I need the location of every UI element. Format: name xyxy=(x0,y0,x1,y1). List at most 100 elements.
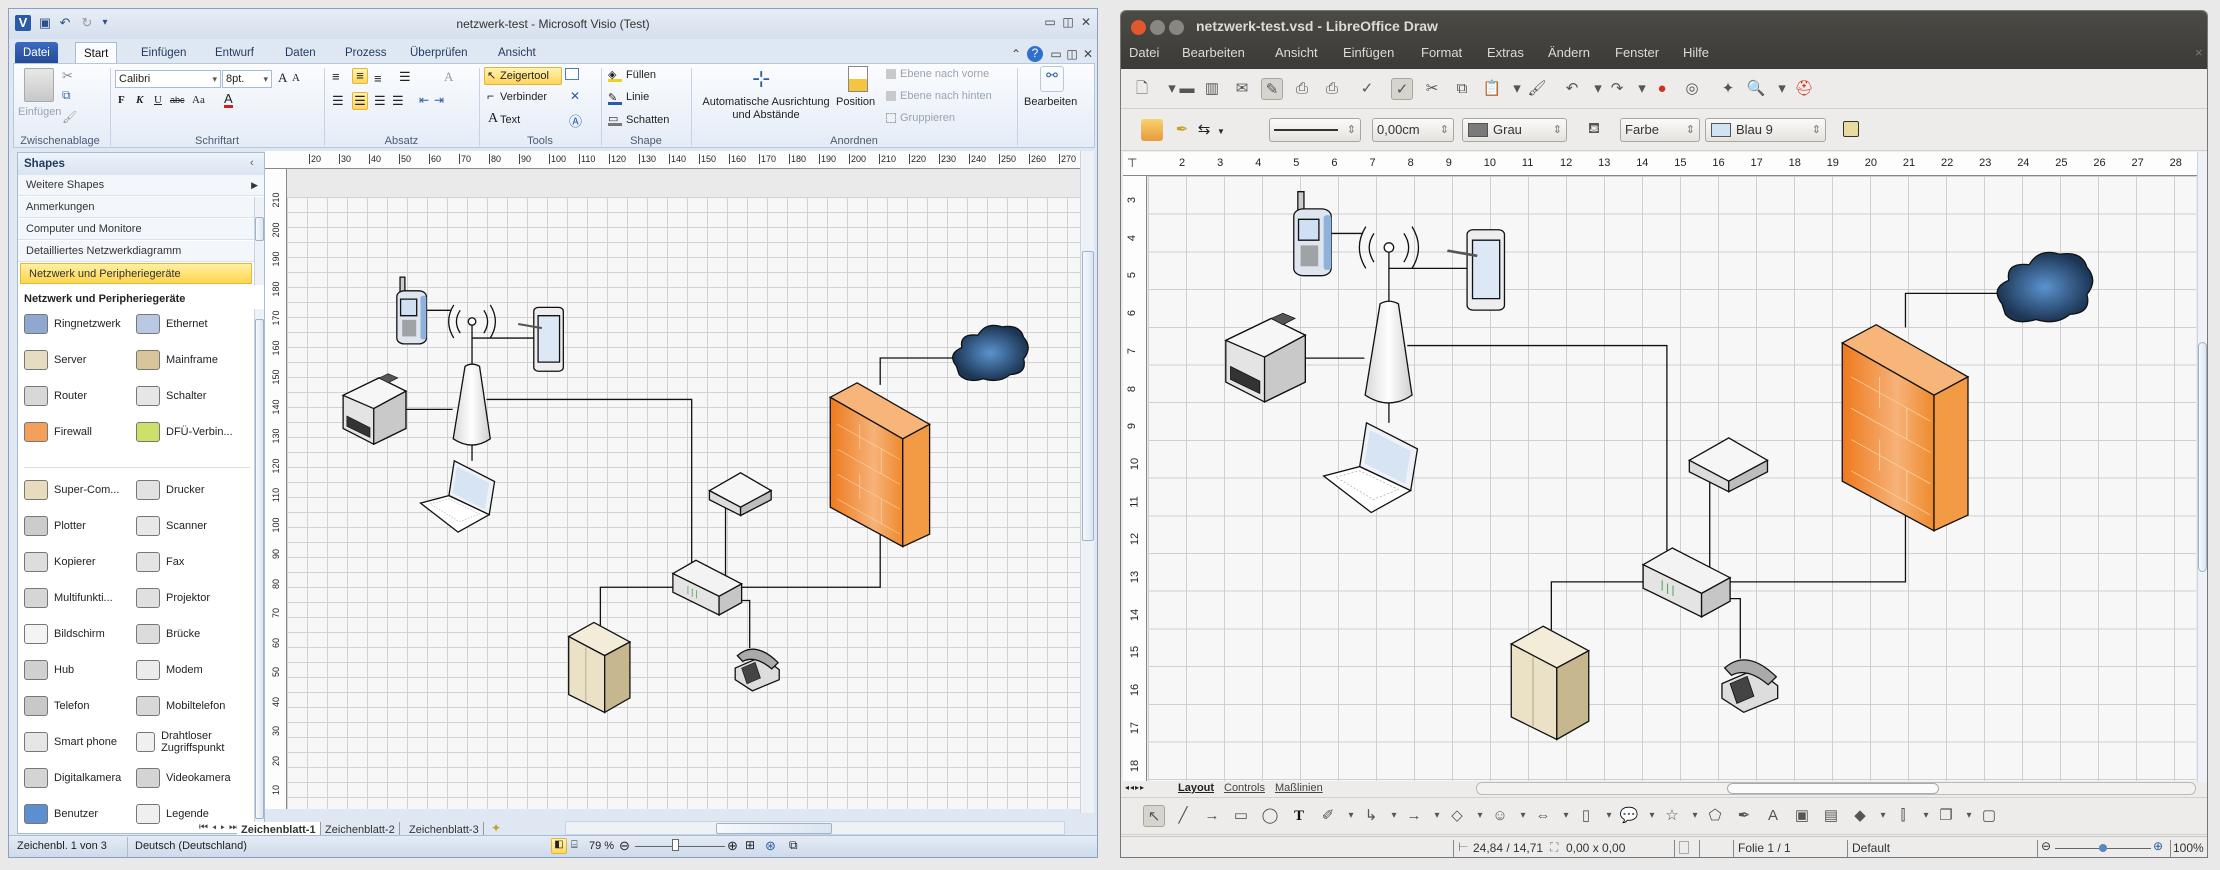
redo-icon[interactable]: ↷ xyxy=(1606,78,1628,100)
dropdown-icon[interactable]: ▾ xyxy=(1561,805,1571,827)
line-style-select[interactable] xyxy=(1269,118,1361,142)
help-icon[interactable]: ? xyxy=(1027,46,1043,62)
font-color-button[interactable]: A xyxy=(224,92,233,108)
line-tool-icon[interactable]: ╱ xyxy=(1172,805,1194,827)
object-properties-icon[interactable] xyxy=(1141,119,1163,141)
layer-tab-layout[interactable]: Layout xyxy=(1178,782,1214,794)
doc-restore-icon[interactable]: ◫ xyxy=(1065,47,1079,61)
stencil-shape-item[interactable]: Brücke xyxy=(136,619,252,649)
printer-shape[interactable] xyxy=(343,373,406,444)
dropdown-icon[interactable]: ▾ xyxy=(1506,78,1528,100)
menu-aendern[interactable]: Ändern xyxy=(1548,45,1590,60)
callout-icon[interactable]: 💬 xyxy=(1618,805,1640,827)
shadow-icon[interactable] xyxy=(1843,121,1859,137)
stencil-shape-item[interactable]: Ringnetzwerk xyxy=(24,309,136,339)
zoom-in-icon[interactable]: ⊕ xyxy=(727,838,738,854)
open-icon[interactable]: ▬ xyxy=(1176,78,1198,100)
stencil-shape-item[interactable]: Telefon xyxy=(24,691,136,721)
strikethrough-button[interactable]: abc xyxy=(170,95,185,105)
stencil-shape-item[interactable]: Drucker xyxy=(136,475,252,505)
arrow-line-icon[interactable]: → xyxy=(1201,805,1223,827)
stencil-detailliertes-netzwerk[interactable]: Detailliertes Netzwerkdiagramm xyxy=(18,241,254,262)
stencil-shape-item[interactable]: Kopierer xyxy=(24,547,136,577)
zoom-slider-thumb[interactable] xyxy=(2099,844,2107,852)
paste-icon[interactable] xyxy=(24,68,54,102)
stencil-netzwerk-peripherie[interactable]: Netzwerk und Peripheriegeräte xyxy=(20,263,252,284)
tab-stop-icon[interactable]: ⊤ xyxy=(1127,156,1137,170)
fontwork-icon[interactable]: A xyxy=(1762,805,1784,827)
telephone-shape[interactable] xyxy=(1722,660,1778,712)
stencil-shape-item[interactable]: Smart phone xyxy=(24,727,136,757)
stencil-shape-item[interactable]: Super-Com... xyxy=(24,475,136,505)
print-icon[interactable]: ⎙ xyxy=(1321,78,1343,100)
curve-icon[interactable]: ✐ xyxy=(1317,805,1339,827)
modem-shape[interactable] xyxy=(1689,438,1767,492)
tablet-shape[interactable] xyxy=(1446,230,1504,310)
connector-icon[interactable]: ↳ xyxy=(1360,805,1382,827)
bold-button[interactable]: F xyxy=(118,94,125,106)
minimize-icon[interactable]: ▭ xyxy=(1043,15,1057,29)
rectangle-tool-icon[interactable] xyxy=(565,68,579,80)
router-shape[interactable] xyxy=(1643,548,1730,617)
zoom-out-icon[interactable]: ⊖ xyxy=(619,838,630,854)
cut-icon[interactable]: ✂ xyxy=(62,68,73,84)
line-color-select[interactable]: Grau xyxy=(1462,118,1567,142)
stencil-shape-item[interactable]: Hub xyxy=(24,655,136,685)
gluepoints-icon[interactable]: ✒ xyxy=(1733,805,1755,827)
pointer-tool-button[interactable]: ↖ Zeigertool xyxy=(484,67,562,85)
zoom-icon[interactable]: 🔍 xyxy=(1745,78,1767,100)
cut-icon[interactable]: ✂ xyxy=(1421,78,1443,100)
select-icon[interactable]: ↖ xyxy=(1143,805,1165,827)
extrusion-icon[interactable]: ◆ xyxy=(1849,805,1871,827)
area-fill-icon[interactable]: ⛾ xyxy=(1583,118,1605,140)
align-icon[interactable]: ⫿ xyxy=(1892,805,1914,827)
stars-icon[interactable]: ☆ xyxy=(1661,805,1683,827)
align-right-icon[interactable]: ☰ xyxy=(374,93,386,109)
stencil-shape-item[interactable]: Mobiltelefon xyxy=(136,691,252,721)
points-icon[interactable]: ⬠ xyxy=(1704,805,1726,827)
paste-icon[interactable]: 📋 xyxy=(1481,78,1503,100)
arrange-icon[interactable]: ❐ xyxy=(1935,805,1957,827)
sheet-navigation-icons[interactable]: ⏮◂▸⏭ xyxy=(199,822,242,833)
zoom-slider-thumb[interactable] xyxy=(671,839,679,851)
menu-ansicht[interactable]: Ansicht xyxy=(1275,45,1318,60)
bring-forward-button[interactable]: Ebene nach vorne xyxy=(900,68,989,80)
menu-bearbeiten[interactable]: Bearbeiten xyxy=(1182,45,1245,60)
pan-zoom-icon[interactable]: ⊛ xyxy=(765,838,776,854)
rotate-text-icon[interactable]: Ⓐ xyxy=(569,111,582,130)
align-left-icon[interactable]: ☰ xyxy=(332,93,344,109)
printer-shape[interactable] xyxy=(1226,312,1306,402)
position-button[interactable]: Position xyxy=(836,96,875,108)
page-layout-name[interactable]: Default xyxy=(1852,841,1890,855)
layer-tab-masslinien[interactable]: Maßlinien xyxy=(1275,782,1323,794)
auto-spellcheck-icon[interactable]: ✓ xyxy=(1391,78,1413,100)
font-size-combo[interactable]: 8pt. xyxy=(222,70,272,88)
shadow-button[interactable]: Schatten xyxy=(626,114,669,126)
stencil-shape-item[interactable]: Scanner xyxy=(136,511,252,541)
menu-extras[interactable]: Extras xyxy=(1487,45,1524,60)
change-case-button[interactable]: Aa xyxy=(192,94,205,106)
minimize-icon[interactable] xyxy=(1150,20,1165,35)
stencil-shape-item[interactable]: Projektor xyxy=(136,583,252,613)
underline-button[interactable]: U xyxy=(154,94,162,106)
paste-button[interactable]: Einfügen xyxy=(18,106,61,118)
stencil-shape-item[interactable]: Digitalkamera xyxy=(24,763,136,793)
zoom-slider[interactable] xyxy=(635,846,725,847)
shadow-tool-icon[interactable]: ▢ xyxy=(1978,805,2000,827)
modem-shape[interactable] xyxy=(709,473,771,516)
tab-datei[interactable]: Datei xyxy=(15,42,58,64)
zoom-out-icon[interactable]: ⊖ xyxy=(2041,839,2051,853)
italic-button[interactable]: K xyxy=(136,94,143,106)
close-icon[interactable]: ✕ xyxy=(1079,15,1093,29)
tablet-shape[interactable] xyxy=(517,307,563,371)
stencil-shape-item[interactable]: Firewall xyxy=(24,417,136,447)
laptop-shape[interactable] xyxy=(1324,423,1418,513)
more-shapes-button[interactable]: Weitere Shapes ▶ xyxy=(18,175,264,196)
stencil-shape-item[interactable]: Ethernet xyxy=(136,309,252,339)
navigator-icon[interactable]: ◎ xyxy=(1681,78,1703,100)
menu-format[interactable]: Format xyxy=(1421,45,1462,60)
normal-view-icon[interactable]: ◧ xyxy=(551,838,567,854)
stencil-shape-item[interactable]: Router xyxy=(24,381,136,411)
basic-shapes-icon[interactable]: ◇ xyxy=(1446,805,1468,827)
dropdown-icon[interactable]: ▾ xyxy=(1518,805,1528,827)
